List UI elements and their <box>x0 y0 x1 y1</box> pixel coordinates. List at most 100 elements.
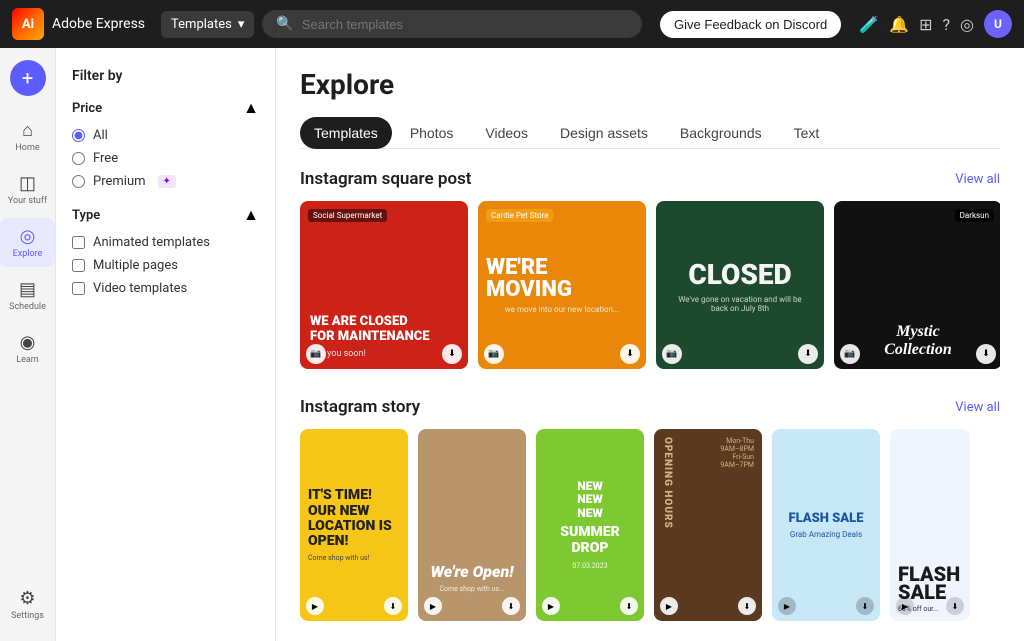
sidebar-item-home[interactable]: ⌂ Home <box>0 112 55 161</box>
price-all-radio[interactable] <box>72 129 85 142</box>
story-new-text: NEWNEWNEW <box>577 480 603 520</box>
notification-icon[interactable]: 🔔 <box>889 15 909 34</box>
sidebar-schedule-label: Schedule <box>9 302 46 312</box>
card-save-icon-2[interactable]: ⬇ <box>620 344 640 364</box>
apps-icon[interactable]: ⊞ <box>919 15 932 34</box>
card-closed-text: Closed <box>688 258 791 291</box>
sidebar-item-schedule[interactable]: ▤ Schedule <box>0 271 55 320</box>
video-checkbox[interactable] <box>72 282 85 295</box>
search-icon: 🔍 <box>276 16 293 32</box>
filter-type-video[interactable]: Video templates <box>72 281 259 296</box>
template-card[interactable]: Closed We've gone on vacation and will b… <box>656 201 824 369</box>
sidebar-item-learn[interactable]: ◉ Learn <box>0 324 55 373</box>
card-camera-icon-4[interactable]: 📷 <box>840 344 860 364</box>
story-dark-flash-text: FlashSale <box>898 565 960 601</box>
animated-checkbox[interactable] <box>72 236 85 249</box>
price-premium-label: Premium <box>93 174 146 189</box>
premium-badge: ✦ <box>158 175 176 188</box>
tab-text[interactable]: Text <box>780 117 834 149</box>
settings-nav-icon[interactable]: ◎ <box>960 15 974 34</box>
story-save-icon[interactable]: ⬇ <box>384 597 402 615</box>
filter-price-all[interactable]: All <box>72 128 259 143</box>
tab-photos[interactable]: Photos <box>396 117 468 149</box>
sidebar-item-settings[interactable]: ⚙ Settings <box>0 580 55 629</box>
filter-price-premium[interactable]: Premium ✦ <box>72 174 259 189</box>
story-summer-text: SUMMERDROP <box>560 524 620 556</box>
story-save-icon-4[interactable]: ⬇ <box>738 597 756 615</box>
template-story-card[interactable]: FlashSale 60% off our... ▶ ⬇ <box>890 429 970 621</box>
card-save-icon[interactable]: ⬇ <box>442 344 462 364</box>
story-play-icon-2[interactable]: ▶ <box>424 597 442 615</box>
story-save-icon-2[interactable]: ⬇ <box>502 597 520 615</box>
template-story-card[interactable]: IT'S TIME! OUR NEW LOCATION IS OPEN! Com… <box>300 429 408 621</box>
template-story-card[interactable]: Flash Sale Grab Amazing Deals ▶ ⬇ <box>772 429 880 621</box>
chevron-up-icon-2: ▲ <box>243 205 259 225</box>
story-play-icon-4[interactable]: ▶ <box>660 597 678 615</box>
filter-type-animated[interactable]: Animated templates <box>72 235 259 250</box>
tab-templates[interactable]: Templates <box>300 117 392 149</box>
instagram-story-section: Instagram story View all IT'S TIME! OUR … <box>300 397 1000 621</box>
story-play-icon[interactable]: ▶ <box>306 597 324 615</box>
filter-type-header[interactable]: Type ▲ <box>72 205 259 225</box>
feedback-button[interactable]: Give Feedback on Discord <box>660 11 841 38</box>
story-save-icon-6[interactable]: ⬇ <box>946 597 964 615</box>
sidebar-item-yourstuff[interactable]: ◫ Your stuff <box>0 165 55 214</box>
sidebar-explore-label: Explore <box>13 249 43 259</box>
story-play-icon-5[interactable]: ▶ <box>778 597 796 615</box>
filter-type-section: Type ▲ Animated templates Multiple pages… <box>72 205 259 296</box>
avatar[interactable]: U <box>984 10 1012 38</box>
explore-icon: ◎ <box>20 226 36 247</box>
story-flash-sub: Grab Amazing Deals <box>790 530 862 539</box>
story-save-icon-3[interactable]: ⬇ <box>620 597 638 615</box>
create-button[interactable]: + <box>10 60 46 96</box>
story-play-icon-6[interactable]: ▶ <box>896 597 914 615</box>
filter-type-label: Type <box>72 208 100 223</box>
help-icon[interactable]: ? <box>942 15 950 34</box>
template-dropdown[interactable]: Templates ▾ <box>161 11 254 38</box>
template-story-card[interactable]: OPENING HOURS Mon-Thu9AM–8PMFri-Sun9AM–7… <box>654 429 762 621</box>
card-camera-icon[interactable]: 📷 <box>306 344 326 364</box>
sidebar-item-explore[interactable]: ◎ Explore <box>0 218 55 267</box>
template-card[interactable]: Social Supermarket WE ARE CLOSEDFOR MAIN… <box>300 201 468 369</box>
card-closed-sub: We've gone on vacation and will be back … <box>664 295 816 313</box>
filter-price-section: Price ▲ All Free Premium ✦ <box>72 98 259 189</box>
multipages-checkbox[interactable] <box>72 259 85 272</box>
card-camera-icon-2[interactable]: 📷 <box>484 344 504 364</box>
video-label: Video templates <box>93 281 187 296</box>
labs-icon[interactable]: 🧪 <box>859 15 879 34</box>
explore-main: Explore Templates Photos Videos Design a… <box>276 48 1024 641</box>
template-story-card[interactable]: We're Open! Come shop with us... ▶ ⬇ <box>418 429 526 621</box>
tab-backgrounds[interactable]: Backgrounds <box>666 117 776 149</box>
schedule-icon: ▤ <box>19 279 36 300</box>
story-play-icon-3[interactable]: ▶ <box>542 597 560 615</box>
filter-price-free[interactable]: Free <box>72 151 259 166</box>
yourstuff-icon: ◫ <box>19 173 36 194</box>
template-story-card[interactable]: NEWNEWNEW SUMMERDROP 07.03.2023 ▶ ⬇ <box>536 429 644 621</box>
price-all-label: All <box>93 128 108 143</box>
price-premium-radio[interactable] <box>72 175 85 188</box>
card-save-icon-4[interactable]: ⬇ <box>976 344 996 364</box>
card-save-icon-3[interactable]: ⬇ <box>798 344 818 364</box>
story-save-icon-5[interactable]: ⬇ <box>856 597 874 615</box>
main-layout: + ⌂ Home ◫ Your stuff ◎ Explore ▤ Schedu… <box>0 48 1024 641</box>
instagram-square-title: Instagram square post <box>300 169 472 189</box>
template-card[interactable]: Darksun MysticCollection 📷 ⬇ <box>834 201 1000 369</box>
tab-design-assets[interactable]: Design assets <box>546 117 662 149</box>
price-free-radio[interactable] <box>72 152 85 165</box>
filter-type-multipages[interactable]: Multiple pages <box>72 258 259 273</box>
story-hours-info: Mon-Thu9AM–8PMFri-Sun9AM–7PM <box>720 437 754 469</box>
instagram-story-grid: IT'S TIME! OUR NEW LOCATION IS OPEN! Com… <box>300 429 1000 621</box>
instagram-square-viewall[interactable]: View all <box>955 172 1000 187</box>
card-camera-icon-3[interactable]: 📷 <box>662 344 682 364</box>
instagram-square-header: Instagram square post View all <box>300 169 1000 189</box>
tab-videos[interactable]: Videos <box>471 117 542 149</box>
explore-title: Explore <box>300 68 1000 101</box>
instagram-story-header: Instagram story View all <box>300 397 1000 417</box>
chevron-up-icon: ▲ <box>243 98 259 118</box>
instagram-story-viewall[interactable]: View all <box>955 400 1000 415</box>
template-card[interactable]: Cardie Pet Store We're Moving we move in… <box>478 201 646 369</box>
search-input[interactable] <box>302 17 629 32</box>
nav-icons: 🧪 🔔 ⊞ ? ◎ U <box>859 10 1012 38</box>
filter-price-header[interactable]: Price ▲ <box>72 98 259 118</box>
story-opening-text: OPENING HOURS <box>662 437 673 613</box>
